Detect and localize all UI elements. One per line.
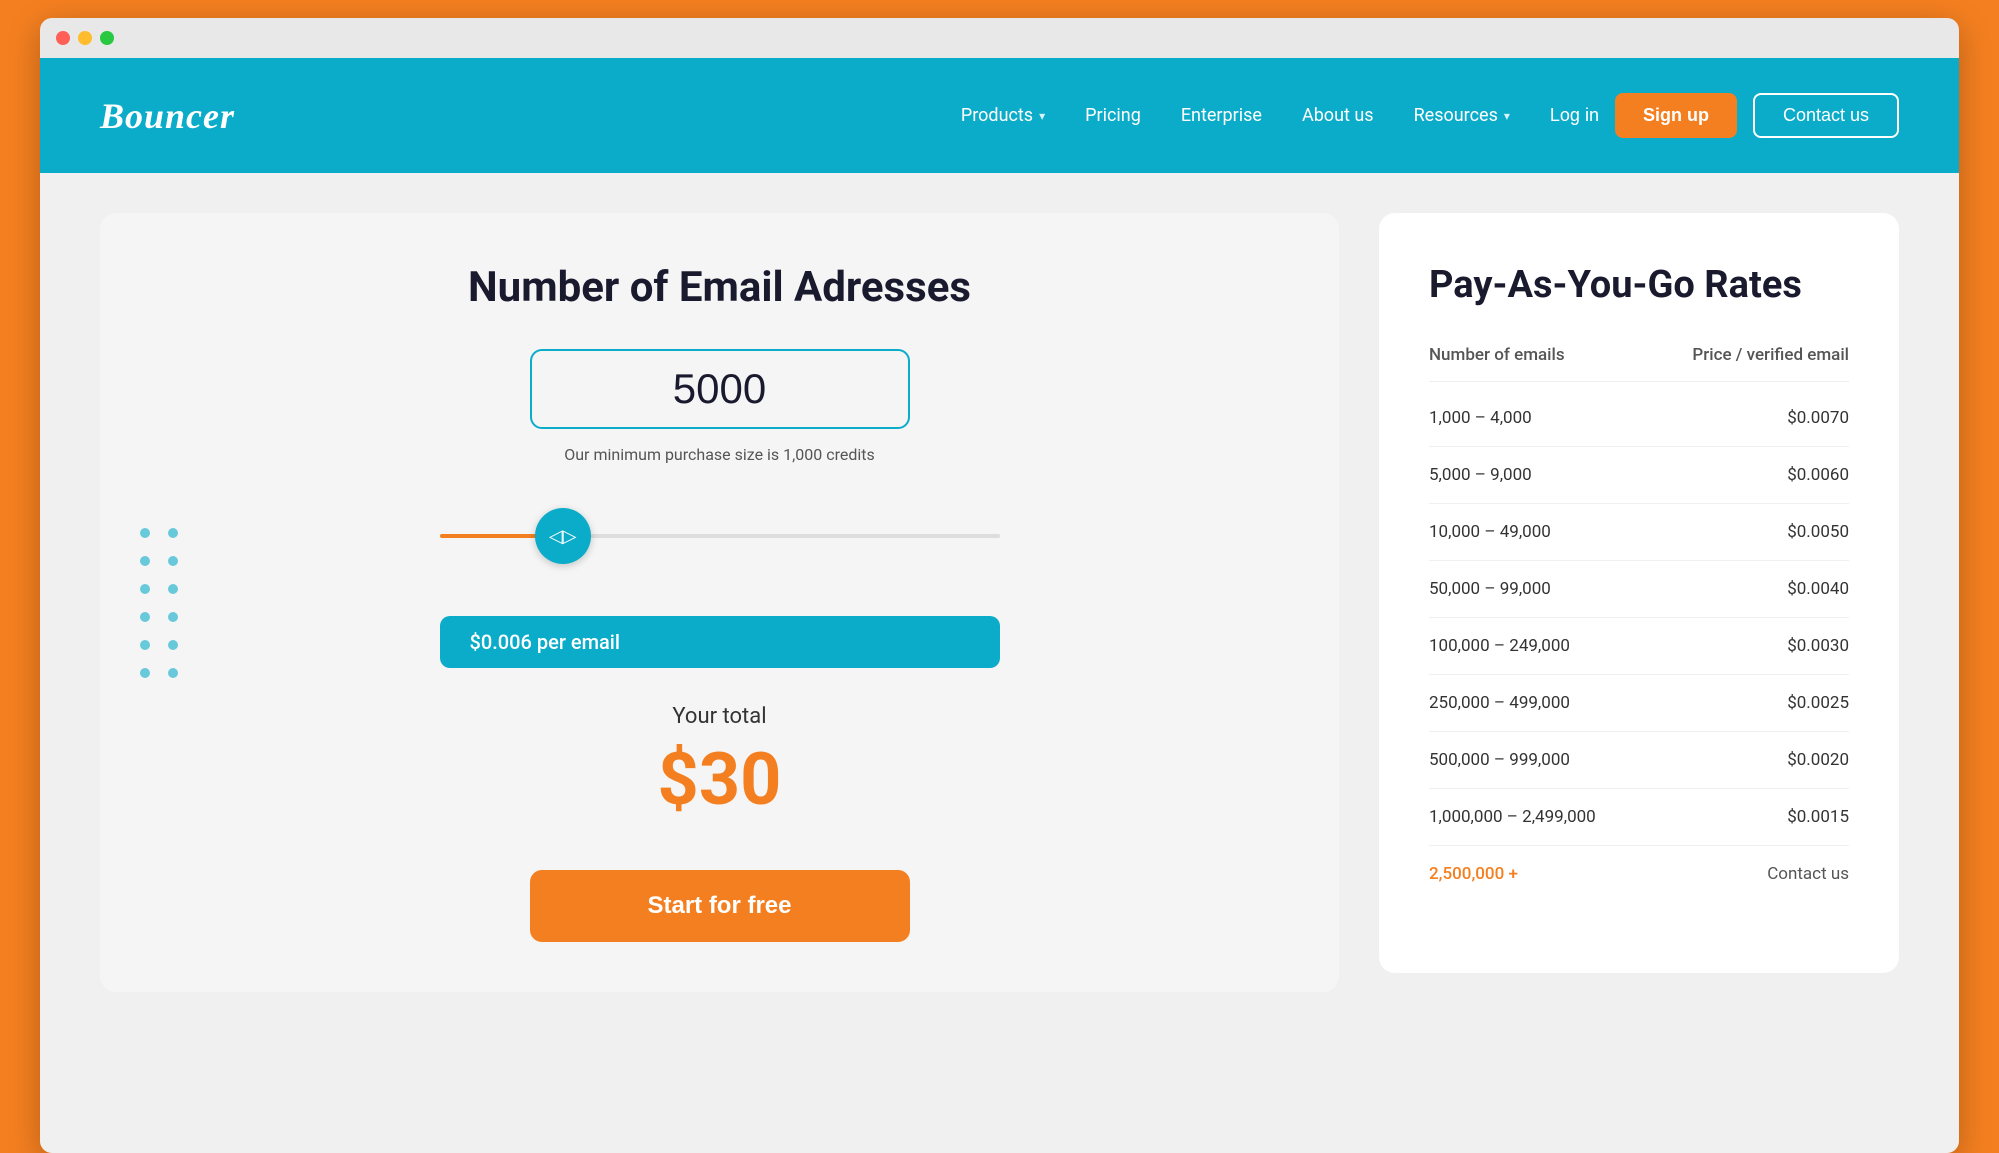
table-row: 1,000 – 4,000 $0.0070: [1429, 390, 1849, 447]
login-button[interactable]: Log in: [1550, 105, 1599, 126]
price-label: $0.0050: [1787, 522, 1849, 542]
maximize-button[interactable]: [100, 31, 114, 45]
min-purchase-note: Our minimum purchase size is 1,000 credi…: [564, 445, 875, 464]
grid-dot: [140, 584, 150, 594]
navbar: Bouncer Products ▾ Pricing Enterprise Ab…: [40, 58, 1959, 173]
price-label: $0.0070: [1787, 408, 1849, 428]
grid-dot: [140, 556, 150, 566]
slider-container: ◁▷: [440, 504, 1000, 568]
grid-dot: [168, 556, 178, 566]
table-row: 5,000 – 9,000 $0.0060: [1429, 447, 1849, 504]
rates-header-emails: Number of emails: [1429, 345, 1565, 365]
products-chevron-icon: ▾: [1039, 109, 1045, 123]
table-row: 250,000 – 499,000 $0.0025: [1429, 675, 1849, 732]
grid-dot: [168, 612, 178, 622]
nav-pricing[interactable]: Pricing: [1085, 105, 1141, 126]
grid-dot: [140, 528, 150, 538]
resources-chevron-icon: ▾: [1504, 109, 1510, 123]
rates-header-price: Price / verified email: [1692, 345, 1849, 365]
contact-button[interactable]: Contact us: [1753, 93, 1899, 138]
price-label: $0.0020: [1787, 750, 1849, 770]
grid-dot: [168, 668, 178, 678]
table-row-last: 2,500,000 + Contact us: [1429, 846, 1849, 902]
start-free-button[interactable]: Start for free: [530, 870, 910, 942]
price-label: $0.0040: [1787, 579, 1849, 599]
table-row: 10,000 – 49,000 $0.0050: [1429, 504, 1849, 561]
main-content: Number of Email Adresses Our minimum pur…: [40, 173, 1959, 1153]
signup-button[interactable]: Sign up: [1615, 93, 1737, 138]
range-label: 1,000 – 4,000: [1429, 408, 1532, 428]
slider-thumb[interactable]: ◁▷: [535, 508, 591, 564]
range-label: 50,000 – 99,000: [1429, 579, 1551, 599]
titlebar: [40, 18, 1959, 58]
nav-about[interactable]: About us: [1302, 105, 1374, 126]
grid-dot: [168, 528, 178, 538]
table-row: 1,000,000 – 2,499,000 $0.0015: [1429, 789, 1849, 846]
grid-dot: [140, 640, 150, 650]
calculator-title: Number of Email Adresses: [468, 263, 971, 313]
rates-table-header: Number of emails Price / verified email: [1429, 345, 1849, 382]
table-row: 50,000 – 99,000 $0.0040: [1429, 561, 1849, 618]
rates-card-wrapper: Pay-As-You-Go Rates Number of emails Pri…: [1379, 213, 1899, 973]
range-label: 500,000 – 999,000: [1429, 750, 1570, 770]
grid-dot: [140, 612, 150, 622]
contact-link[interactable]: Contact us: [1767, 864, 1849, 884]
browser-window: Bouncer Products ▾ Pricing Enterprise Ab…: [40, 18, 1959, 1153]
price-label: $0.0060: [1787, 465, 1849, 485]
grid-dot: [168, 584, 178, 594]
range-label: 100,000 – 249,000: [1429, 636, 1570, 656]
calculator-card: Number of Email Adresses Our minimum pur…: [100, 213, 1339, 992]
grid-dot: [140, 668, 150, 678]
range-label: 5,000 – 9,000: [1429, 465, 1532, 485]
nav-enterprise[interactable]: Enterprise: [1181, 105, 1262, 126]
nav-products[interactable]: Products ▾: [961, 105, 1045, 126]
nav-resources[interactable]: Resources ▾: [1414, 105, 1510, 126]
range-label-highlight: 2,500,000 +: [1429, 864, 1518, 884]
range-label: 10,000 – 49,000: [1429, 522, 1551, 542]
range-label: 1,000,000 – 2,499,000: [1429, 807, 1596, 827]
minimize-button[interactable]: [78, 31, 92, 45]
rates-title: Pay-As-You-Go Rates: [1429, 263, 1849, 309]
price-label: $0.0015: [1787, 807, 1849, 827]
price-label: $0.0025: [1787, 693, 1849, 713]
nav-links: Products ▾ Pricing Enterprise About us R…: [961, 105, 1510, 126]
email-count-input-wrapper: [530, 349, 910, 429]
grid-dot: [168, 640, 178, 650]
price-per-email-badge: $0.006 per email: [440, 616, 1000, 668]
rates-card: Pay-As-You-Go Rates Number of emails Pri…: [1379, 213, 1899, 973]
table-row: 100,000 – 249,000 $0.0030: [1429, 618, 1849, 675]
slider-track: ◁▷: [440, 534, 1000, 538]
table-row: 500,000 – 999,000 $0.0020: [1429, 732, 1849, 789]
slider-arrows-icon: ◁▷: [549, 526, 577, 547]
nav-actions: Log in Sign up Contact us: [1550, 93, 1899, 138]
your-total-label: Your total: [672, 704, 766, 729]
email-count-input[interactable]: [532, 365, 908, 413]
price-label: $0.0030: [1787, 636, 1849, 656]
close-button[interactable]: [56, 31, 70, 45]
range-label: 250,000 – 499,000: [1429, 693, 1570, 713]
total-amount: $30: [658, 737, 782, 822]
site-logo[interactable]: Bouncer: [100, 95, 235, 137]
dot-grid-decoration: [140, 528, 178, 678]
